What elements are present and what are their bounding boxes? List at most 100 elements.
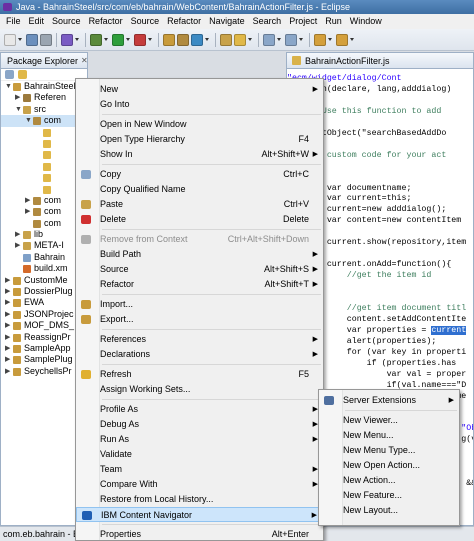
open-type-icon[interactable]: [220, 33, 232, 46]
menu-item-debug-as[interactable]: Debug As ▶: [76, 417, 323, 432]
collapsed-icon[interactable]: ▶: [5, 320, 10, 331]
menu-item-new-open-action[interactable]: New Open Action...: [319, 458, 459, 473]
menu-item-export[interactable]: Export...: [76, 312, 323, 327]
menu-item-new-menu-type[interactable]: New Menu Type...: [319, 443, 459, 458]
new-class-icon[interactable]: [191, 33, 203, 46]
link-with-editor-icon[interactable]: [18, 70, 27, 79]
tree-item-icon: [13, 344, 21, 353]
collapsed-icon[interactable]: ▶: [5, 343, 10, 354]
menu-search[interactable]: Search: [249, 14, 286, 29]
dropdown-arrow-icon[interactable]: [277, 38, 281, 41]
forward-icon[interactable]: [336, 33, 348, 46]
new-java-project-icon[interactable]: [163, 33, 175, 46]
menu-item-profile-as[interactable]: Profile As ▶: [76, 402, 323, 417]
dropdown-arrow-icon[interactable]: [350, 38, 354, 41]
menu-window[interactable]: Window: [346, 14, 386, 29]
collapse-all-icon[interactable]: [5, 70, 14, 79]
collapsed-icon[interactable]: ▶: [5, 286, 10, 297]
menu-item-refresh[interactable]: Refresh F5: [76, 367, 323, 382]
menu-item-copy-qualified-name[interactable]: Copy Qualified Name: [76, 182, 323, 197]
menu-item-show-in[interactable]: Show In Alt+Shift+W ▶: [76, 147, 323, 162]
menu-item-new-menu[interactable]: New Menu...: [319, 428, 459, 443]
close-icon[interactable]: ✕: [81, 56, 87, 65]
external-tools-icon[interactable]: [134, 33, 146, 46]
menu-run[interactable]: Run: [321, 14, 346, 29]
new-server-icon[interactable]: [61, 33, 73, 46]
menu-item-team[interactable]: Team ▶: [76, 462, 323, 477]
dropdown-arrow-icon[interactable]: [205, 38, 209, 41]
expanded-icon[interactable]: ▼: [15, 104, 22, 115]
collapsed-icon[interactable]: ▶: [5, 309, 10, 320]
menu-item-server-extensions[interactable]: Server Extensions ▶: [319, 393, 459, 408]
menu-item-declarations[interactable]: Declarations ▶: [76, 347, 323, 362]
menu-item-restore-from-local-history[interactable]: Restore from Local History...: [76, 492, 323, 507]
collapsed-icon[interactable]: ▶: [15, 229, 20, 240]
package-explorer-tab[interactable]: Package Explorer ✕: [1, 53, 87, 69]
menu-item-run-as[interactable]: Run As ▶: [76, 432, 323, 447]
menu-item-refactor[interactable]: Refactor Alt+Shift+T ▶: [76, 277, 323, 292]
menu-item-validate[interactable]: Validate: [76, 447, 323, 462]
menu-item-new-layout[interactable]: New Layout...: [319, 503, 459, 518]
menu-item-new-action[interactable]: New Action...: [319, 473, 459, 488]
editor-tab[interactable]: BahrainActionFilter.js: [287, 53, 473, 69]
collapsed-icon[interactable]: ▶: [5, 354, 10, 365]
menu-navigate[interactable]: Navigate: [205, 14, 249, 29]
menu-item-new[interactable]: New ▶: [76, 82, 323, 97]
menu-item-go-into[interactable]: Go Into: [76, 97, 323, 112]
new-icon[interactable]: [4, 33, 16, 46]
dropdown-arrow-icon[interactable]: [248, 38, 252, 41]
expanded-icon[interactable]: ▼: [5, 81, 12, 92]
dropdown-arrow-icon[interactable]: [18, 38, 22, 41]
menu-item-copy[interactable]: Copy Ctrl+C: [76, 167, 323, 182]
next-annotation-icon[interactable]: [263, 33, 275, 46]
print-icon[interactable]: [40, 33, 52, 46]
back-icon[interactable]: [314, 33, 326, 46]
menu-item-new-feature[interactable]: New Feature...: [319, 488, 459, 503]
search-icon[interactable]: [234, 33, 246, 46]
menu-file[interactable]: File: [2, 14, 25, 29]
menu-item-assign-working-sets[interactable]: Assign Working Sets...: [76, 382, 323, 397]
dropdown-arrow-icon[interactable]: [104, 38, 108, 41]
menu-source-2[interactable]: Source: [127, 14, 164, 29]
menu-refactor[interactable]: Refactor: [85, 14, 127, 29]
menu-item-build-path[interactable]: Build Path ▶: [76, 247, 323, 262]
collapsed-icon[interactable]: ▶: [5, 275, 10, 286]
new-package-icon[interactable]: [177, 33, 189, 46]
dropdown-arrow-icon[interactable]: [126, 38, 130, 41]
menu-item-ibm-content-navigator[interactable]: IBM Content Navigator ▶: [76, 507, 323, 522]
collapsed-icon[interactable]: ▶: [15, 240, 20, 251]
collapsed-icon[interactable]: ▶: [5, 332, 10, 343]
refresh-icon: [81, 370, 91, 379]
menu-item-import[interactable]: Import...: [76, 297, 323, 312]
menu-item-references[interactable]: References ▶: [76, 332, 323, 347]
toolbar-separator: [258, 32, 259, 47]
debug-icon[interactable]: [90, 33, 102, 46]
dropdown-arrow-icon[interactable]: [148, 38, 152, 41]
dropdown-arrow-icon[interactable]: [299, 38, 303, 41]
menu-item-open-in-new-window[interactable]: Open in New Window: [76, 117, 323, 132]
run-icon[interactable]: [112, 33, 124, 46]
collapsed-icon[interactable]: ▶: [5, 366, 10, 377]
collapsed-icon[interactable]: ▶: [15, 92, 20, 103]
menu-project[interactable]: Project: [285, 14, 321, 29]
menu-item-open-type-hierarchy[interactable]: Open Type Hierarchy F4: [76, 132, 323, 147]
menu-item-compare-with[interactable]: Compare With ▶: [76, 477, 323, 492]
menu-item-new-viewer[interactable]: New Viewer...: [319, 413, 459, 428]
menu-source[interactable]: Source: [48, 14, 85, 29]
tree-item-label: lib: [34, 229, 44, 240]
toolbar-separator: [85, 32, 86, 47]
collapsed-icon[interactable]: ▶: [5, 297, 10, 308]
collapsed-icon[interactable]: ▶: [25, 206, 30, 217]
menu-item-properties[interactable]: Properties Alt+Enter: [76, 527, 323, 541]
menu-item-source[interactable]: Source Alt+Shift+S ▶: [76, 262, 323, 277]
prev-annotation-icon[interactable]: [285, 33, 297, 46]
menu-item-paste[interactable]: Paste Ctrl+V: [76, 197, 323, 212]
menu-edit[interactable]: Edit: [25, 14, 49, 29]
expanded-icon[interactable]: ▼: [25, 115, 32, 126]
collapsed-icon[interactable]: ▶: [25, 195, 30, 206]
save-icon[interactable]: [26, 33, 38, 46]
menu-refactor-2[interactable]: Refactor: [163, 14, 205, 29]
dropdown-arrow-icon[interactable]: [328, 38, 332, 41]
dropdown-arrow-icon[interactable]: [75, 38, 79, 41]
menu-item-delete[interactable]: Delete Delete: [76, 212, 323, 227]
